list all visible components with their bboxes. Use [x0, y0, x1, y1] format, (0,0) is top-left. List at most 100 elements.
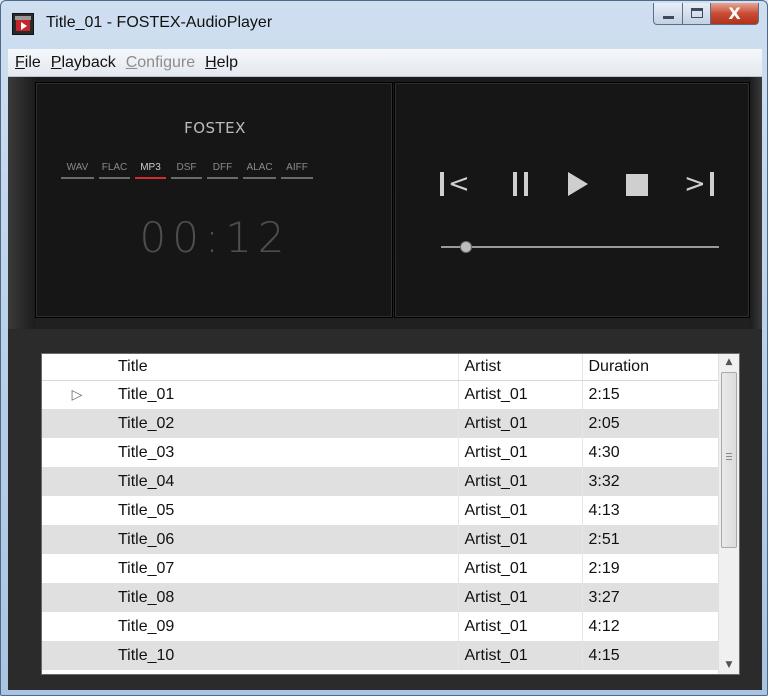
- row-playing-marker: [42, 641, 112, 670]
- row-duration: 2:15: [588, 385, 620, 403]
- format-mp3-label: MP3: [140, 162, 161, 173]
- row-artist: Artist_01: [458, 380, 583, 409]
- format-wav-label: WAV: [66, 162, 89, 173]
- play-icon[interactable]: [568, 168, 590, 198]
- format-dsf: DSF: [171, 162, 202, 179]
- format-dff: DFF: [207, 162, 238, 179]
- format-dsf-label: DSF: [176, 162, 197, 173]
- seek-thumb[interactable]: [460, 241, 473, 253]
- format-aiff-label: AIFF: [286, 162, 308, 173]
- seek-track[interactable]: [441, 246, 719, 248]
- row-title: Title_09: [112, 612, 459, 641]
- format-flac-label: FLAC: [101, 162, 128, 173]
- menu-file-label: ile: [24, 53, 41, 71]
- menu-bar: File Playback Configure Help: [8, 49, 762, 77]
- row-artist: Artist_01: [458, 496, 583, 525]
- menu-file-mnemonic: F: [15, 53, 25, 71]
- format-aiff-underline: [281, 177, 313, 179]
- table-row[interactable]: Title_08 Artist_01 3:27: [42, 583, 719, 612]
- menu-help-label: elp: [216, 53, 239, 71]
- maximize-icon: [691, 8, 703, 18]
- skip-previous-icon[interactable]: <: [440, 168, 480, 198]
- row-artist: Artist_01: [458, 583, 583, 612]
- table-row[interactable]: Title_07 Artist_01 2:19: [42, 554, 719, 583]
- app-icon[interactable]: [12, 13, 34, 35]
- row-playing-marker: [42, 583, 112, 612]
- table-row[interactable]: Title_02 Artist_01 2:05: [42, 409, 719, 438]
- skip-next-icon[interactable]: >: [684, 168, 720, 198]
- row-playing-marker: [42, 525, 112, 554]
- skip-next-chevron: >: [684, 169, 706, 199]
- scroll-up-icon[interactable]: ▲: [719, 354, 739, 371]
- close-button[interactable]: X: [711, 3, 759, 25]
- column-header-title[interactable]: Title: [112, 354, 459, 381]
- format-flac: FLAC: [99, 162, 130, 179]
- title-bar[interactable]: Title_01 - FOSTEX-AudioPlayer X: [1, 1, 767, 49]
- player-left-edge: [8, 77, 35, 329]
- table-row[interactable]: Title_04 Artist_01 3:32: [42, 467, 719, 496]
- pause-icon[interactable]: [513, 168, 533, 198]
- menu-configure[interactable]: Configure: [121, 50, 200, 76]
- skip-next-bar: [710, 172, 714, 196]
- row-duration: 2:51: [582, 525, 719, 554]
- skip-previous-bar: [440, 172, 444, 196]
- scroll-grip-icon: [726, 453, 732, 460]
- column-header-artist[interactable]: Artist: [458, 354, 583, 381]
- row-title: Title_02: [112, 409, 459, 438]
- maximize-button[interactable]: [683, 3, 711, 25]
- menu-help-mnemonic: H: [205, 53, 217, 71]
- window-title: Title_01 - FOSTEX-AudioPlayer: [46, 14, 273, 31]
- format-dff-label: DFF: [212, 162, 233, 173]
- app-window: Title_01 - FOSTEX-AudioPlayer X File Pla…: [0, 0, 768, 696]
- menu-playback-label: layback: [61, 53, 116, 71]
- table-row[interactable]: Title_05 Artist_01 4:13: [42, 496, 719, 525]
- close-icon: X: [728, 4, 741, 23]
- minimize-button[interactable]: [653, 3, 683, 25]
- row-playing-marker: [42, 467, 112, 496]
- row-playing-marker: [42, 409, 112, 438]
- format-aiff: AIFF: [281, 162, 313, 179]
- scroll-down-icon[interactable]: ▼: [719, 657, 739, 674]
- format-alac-underline: [243, 177, 276, 179]
- display-panel: FOSTEX WAV FLAC MP3 DSF DFF ALAC AIFF 00…: [35, 82, 393, 318]
- menu-configure-mnemonic: C: [125, 53, 138, 71]
- app-icon-play-block: [16, 20, 30, 31]
- menu-playback-mnemonic: P: [50, 53, 62, 71]
- playlist-header: Title Artist Duration: [42, 354, 719, 381]
- column-header-duration[interactable]: Duration: [582, 354, 719, 381]
- row-title: Title_06: [112, 525, 459, 554]
- brand-logo: FOSTEX: [184, 119, 246, 137]
- row-playing-marker: [42, 438, 112, 467]
- row-title: Title_04: [112, 467, 459, 496]
- table-row[interactable]: Title_06 Artist_01 2:51: [42, 525, 719, 554]
- menu-file[interactable]: File: [10, 50, 46, 76]
- row-artist: Artist_01: [458, 409, 583, 438]
- row-title: Title_05: [112, 496, 459, 525]
- table-row[interactable]: Title_10 Artist_01 4:15: [42, 641, 719, 670]
- player-right-edge: [750, 77, 762, 329]
- row-duration: 4:30: [588, 443, 620, 461]
- format-dff-underline: [207, 177, 238, 179]
- transport-controls: < >: [440, 168, 720, 198]
- stop-icon[interactable]: [626, 168, 650, 198]
- table-row[interactable]: Title_03 Artist_01 4:30: [42, 438, 719, 467]
- table-row[interactable]: Title_09 Artist_01 4:12: [42, 612, 719, 641]
- row-title: Title_08: [112, 583, 459, 612]
- row-duration: 4:15: [582, 641, 719, 670]
- format-wav-underline: [61, 177, 94, 179]
- format-indicators: WAV FLAC MP3 DSF DFF ALAC AIFF: [61, 162, 313, 179]
- playlist: Title Artist Duration ▷ Title_01 Artist_01…: [41, 353, 740, 675]
- row-playing-marker: [42, 612, 112, 641]
- format-mp3-underline: [135, 177, 166, 179]
- column-header-marker[interactable]: [42, 354, 112, 381]
- menu-help[interactable]: Help: [200, 50, 243, 76]
- client-area: FOSTEX WAV FLAC MP3 DSF DFF ALAC AIFF 00…: [8, 77, 762, 690]
- row-duration: 3:27: [582, 583, 719, 612]
- row-duration: 3:32: [582, 467, 719, 496]
- scroll-thumb[interactable]: [721, 372, 737, 548]
- seek-slider[interactable]: [441, 239, 719, 255]
- skip-previous-chevron: <: [448, 169, 470, 199]
- playlist-scrollbar[interactable]: ▲ ▼: [718, 354, 739, 674]
- table-row[interactable]: ▷ Title_01 Artist_01 2:15: [42, 380, 719, 409]
- menu-playback[interactable]: Playback: [46, 50, 121, 76]
